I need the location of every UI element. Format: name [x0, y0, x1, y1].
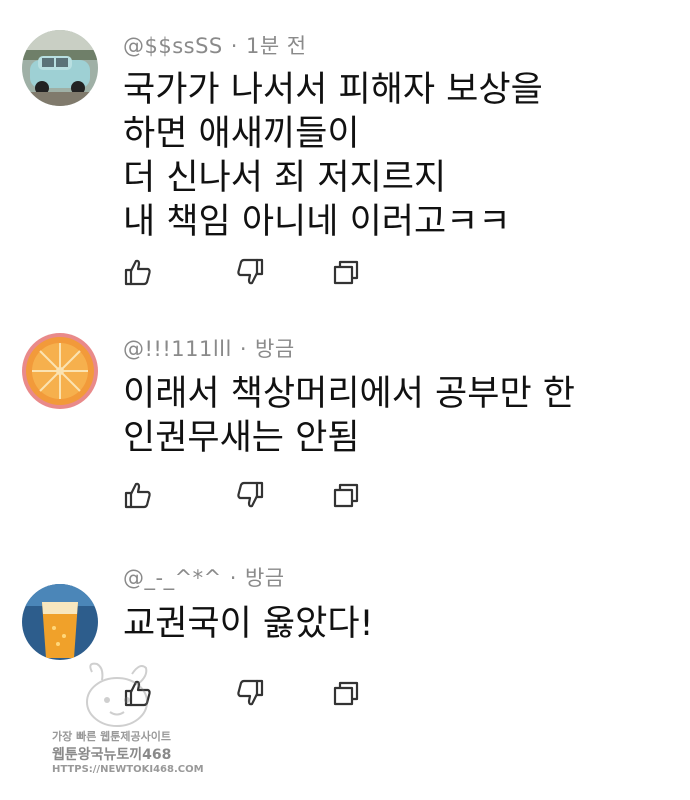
comment-time: 방금: [255, 337, 295, 361]
comment-meta: @!!!111lll · 방금: [123, 333, 295, 363]
comment-line: 교권국이 옳았다!: [123, 604, 374, 644]
meta-separator: ·: [239, 337, 248, 361]
thumbs-up-icon[interactable]: [123, 257, 153, 287]
thumbs-up-icon[interactable]: [123, 480, 153, 510]
comment-line: 이래서 책상머리에서 공부만 한: [123, 374, 575, 414]
comment-line: 더 신나서 죄 저지르지: [123, 158, 447, 198]
reply-icon[interactable]: [331, 678, 361, 708]
watermark-line: 웹툰왕국뉴토끼468: [52, 747, 172, 763]
comment-body: 국가가 나서서 피해자 보상을 하면 애새끼들이 더 신나서 죄 저지르지 내 …: [123, 68, 543, 244]
comment-body: 이래서 책상머리에서 공부만 한 인권무새는 안됨: [123, 372, 575, 460]
comment-author[interactable]: @!!!111lll: [123, 337, 232, 361]
comment-line: 국가가 나서서 피해자 보상을: [123, 70, 543, 110]
comment-line: 내 책임 아니네 이러고ㅋㅋ: [123, 202, 511, 242]
comment-line: 하면 애새끼들이: [123, 114, 360, 154]
comment-author[interactable]: @$$ssSS: [123, 34, 223, 58]
comment-time: 1분 전: [245, 34, 307, 58]
comment-meta: @_-_^*^ · 방금: [123, 562, 285, 592]
comment-actions: [123, 480, 383, 514]
mascot-watermark-icon: [86, 662, 148, 727]
comment-actions: [123, 257, 383, 291]
avatar[interactable]: [22, 30, 98, 106]
comment-author[interactable]: @_-_^*^: [123, 566, 222, 590]
avatar[interactable]: [22, 333, 98, 409]
reply-icon[interactable]: [331, 480, 361, 510]
comment-item: @!!!111lll · 방금 이래서 책상머리에서 공부만 한 인권무새는 안됨: [0, 300, 690, 540]
reply-icon[interactable]: [331, 257, 361, 287]
avatar[interactable]: [22, 584, 98, 660]
thumbs-down-icon[interactable]: [235, 480, 265, 510]
watermark: 가장 빠른 웹툰제공사이트 웹툰왕국뉴토끼468 HTTPS://NEWTOKI…: [52, 662, 204, 787]
comment-meta: @$$ssSS · 1분 전: [123, 30, 307, 60]
watermark-line: HTTPS://NEWTOKI468.COM: [52, 764, 204, 775]
thumbs-down-icon[interactable]: [235, 678, 265, 708]
comment-line: 인권무새는 안됨: [123, 418, 360, 458]
meta-separator: ·: [230, 34, 238, 58]
watermark-line: 가장 빠른 웹툰제공사이트: [52, 730, 171, 743]
comment-body: 교권국이 옳았다!: [123, 602, 374, 646]
comment-time: 방금: [244, 566, 285, 590]
comment-item: @$$ssSS · 1분 전 국가가 나서서 피해자 보상을 하면 애새끼들이 더 …: [0, 0, 690, 300]
thumbs-down-icon[interactable]: [235, 257, 265, 287]
meta-separator: ·: [229, 566, 237, 590]
